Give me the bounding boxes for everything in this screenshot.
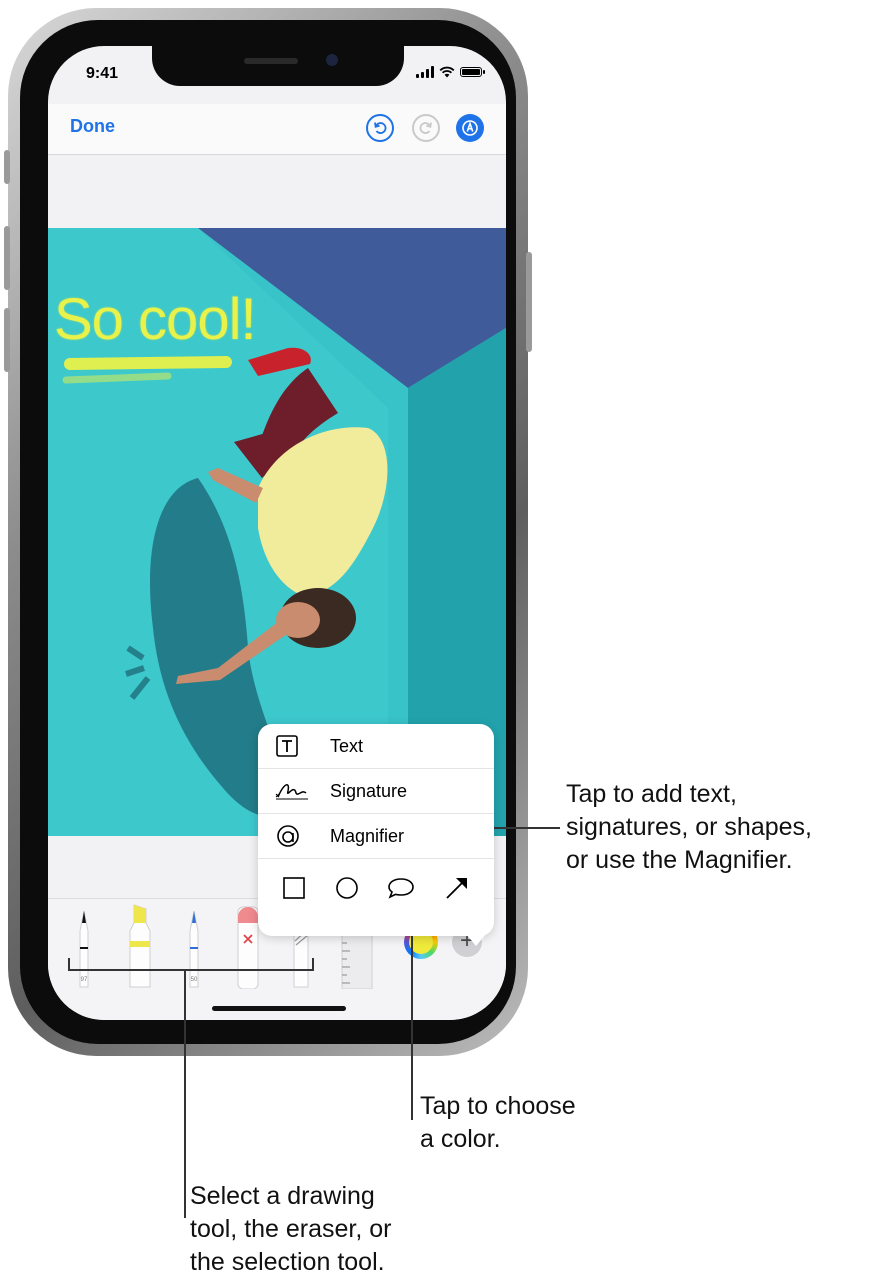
- highlighter-tool[interactable]: [126, 901, 154, 989]
- done-button[interactable]: Done: [70, 116, 115, 137]
- status-icons: [416, 66, 485, 78]
- battery-icon: [460, 67, 485, 77]
- callout-color: Tap to choose a color.: [420, 1090, 576, 1156]
- markup-pen-icon: [462, 120, 478, 136]
- menu-item-signature[interactable]: Signature: [258, 769, 494, 814]
- menu-item-label: Magnifier: [330, 825, 405, 846]
- menu-item-label: Signature: [330, 780, 408, 801]
- status-time: 9:41: [86, 65, 119, 82]
- menu-item-magnifier[interactable]: Magnifier: [258, 814, 494, 859]
- shape-row: [258, 859, 494, 917]
- silent-switch: [4, 150, 10, 184]
- callout-bracket-bottom: [68, 969, 314, 971]
- callout-tools-line: tool, the eraser, or: [190, 1215, 392, 1243]
- circle-icon[interactable]: [335, 876, 359, 900]
- callout-tools-line: the selection tool.: [190, 1248, 385, 1276]
- menu-item-label: Text: [330, 735, 364, 756]
- markup-header: Done: [48, 104, 506, 155]
- menu-item-text[interactable]: Text: [258, 724, 494, 769]
- callout-add-line: or use the Magnifier.: [566, 846, 793, 874]
- speaker: [244, 58, 298, 64]
- callout-color-line: Tap to choose: [420, 1092, 576, 1120]
- callout-color-line: a color.: [420, 1125, 501, 1153]
- volume-up-button: [4, 226, 10, 290]
- callout-add: Tap to add text, signatures, or shapes, …: [566, 778, 812, 877]
- signature-icon: [274, 778, 312, 804]
- pen-width-label: 97: [81, 977, 88, 983]
- callout-tools: Select a drawing tool, the eraser, or th…: [190, 1180, 392, 1279]
- wifi-icon: [439, 66, 455, 78]
- pen-tool[interactable]: 97: [72, 909, 96, 989]
- arrow-icon[interactable]: [444, 875, 470, 901]
- iphone-frame: 9:41 Done So cool! 97 50 Text Signature …: [4, 8, 532, 1056]
- home-indicator: [212, 1006, 346, 1011]
- volume-down-button: [4, 308, 10, 372]
- side-button: [526, 252, 532, 352]
- square-icon[interactable]: [282, 876, 306, 900]
- callout-line-tools: [184, 970, 186, 1218]
- speech-bubble-icon[interactable]: [387, 876, 415, 900]
- front-camera: [326, 54, 338, 66]
- markup-button[interactable]: [456, 114, 484, 142]
- redo-icon: [419, 122, 432, 134]
- text-box-icon: [274, 733, 312, 759]
- redo-button[interactable]: [412, 114, 440, 142]
- callout-add-line: signatures, or shapes,: [566, 813, 812, 841]
- cellular-signal-icon: [416, 66, 434, 78]
- photo-annotation-text[interactable]: So cool!: [54, 286, 257, 353]
- undo-button[interactable]: [366, 114, 394, 142]
- callout-bracket-right: [312, 958, 314, 970]
- pencil-tool[interactable]: 50: [182, 909, 206, 989]
- undo-icon: [374, 122, 387, 134]
- pencil-width-label: 50: [191, 977, 198, 983]
- callout-tools-line: Select a drawing: [190, 1182, 375, 1210]
- magnifier-icon: [274, 823, 312, 849]
- callout-add-line: Tap to add text,: [566, 780, 737, 808]
- notch: [152, 46, 404, 86]
- screen: 9:41 Done So cool! 97 50 Text Signature …: [48, 46, 506, 1020]
- add-menu-popover: Text Signature Magnifier: [258, 724, 494, 946]
